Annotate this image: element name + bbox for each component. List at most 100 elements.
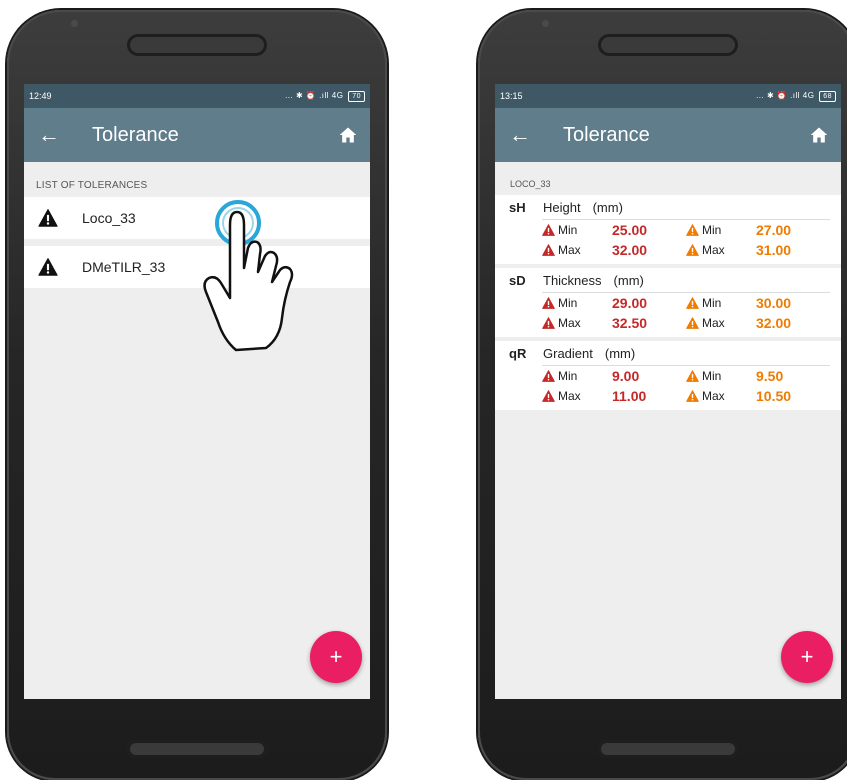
warning-icon (542, 224, 555, 236)
tolerance-row: Min 29.00 Min 30.00 (542, 293, 830, 313)
danger-limit: Max 11.00 (542, 388, 686, 404)
limit-label: Max (558, 316, 581, 330)
earpiece-speaker (598, 34, 738, 56)
group-unit: (mm) (592, 199, 623, 215)
group-rows: Min 29.00 Min 30.00 Max 32.50 Max 32.00 (542, 292, 830, 333)
phone-frame-right: 13:15 ... ✱ ⏰ .ıll 4G 68 ← Tolerance LOC… (478, 10, 847, 780)
group-name: Gradient (543, 345, 593, 361)
screen-tolerance-list: 12:49 ... ✱ ⏰ .ıll 4G 70 ← Tolerance LIS… (24, 84, 370, 699)
tolerance-row: Max 32.50 Max 32.00 (542, 313, 830, 333)
warning-limit: Max 31.00 (686, 242, 830, 258)
page-title: Tolerance (563, 123, 650, 146)
danger-limit: Min 25.00 (542, 222, 686, 238)
tap-hand-icon (203, 200, 294, 352)
list-item-label: Loco_33 (82, 210, 136, 226)
danger-value: 29.00 (612, 295, 648, 311)
status-indicators: ... ✱ ⏰ .ıll 4G (756, 90, 815, 100)
group-unit: (mm) (613, 272, 644, 288)
tolerance-groups: sH Height (mm) Min 25.00 Min 27.00 Max 32.00 Max 3… (495, 195, 841, 410)
limit-label: Min (558, 369, 578, 383)
group-name: Height (543, 199, 581, 215)
warning-icon (542, 317, 555, 329)
warning-limit: Max 32.00 (686, 315, 830, 331)
limit-label: Max (558, 389, 581, 403)
page-title: Tolerance (92, 123, 179, 146)
danger-value: 11.00 (612, 388, 647, 404)
group-name: Thickness (543, 272, 602, 288)
warning-icon (686, 244, 699, 256)
limit-label: Max (702, 316, 725, 330)
danger-value: 9.00 (612, 368, 640, 384)
group-rows: Min 25.00 Min 27.00 Max 32.00 Max 31.00 (542, 219, 830, 260)
limit-label: Min (558, 223, 578, 237)
battery-icon: 70 (348, 90, 365, 102)
warning-icon (686, 224, 699, 236)
status-time: 12:49 (29, 91, 52, 101)
add-tolerance-button[interactable]: + (781, 631, 833, 683)
warning-icon (38, 258, 58, 276)
warning-icon (542, 370, 555, 382)
limit-label: Max (702, 389, 725, 403)
limit-label: Max (558, 243, 581, 257)
group-header: sH Height (mm) (495, 195, 841, 219)
group-code: sH (509, 199, 526, 215)
status-time: 13:15 (500, 91, 523, 101)
warning-limit: Min 9.50 (686, 368, 830, 384)
status-bar: 13:15 ... ✱ ⏰ .ıll 4G 68 (495, 84, 841, 108)
warning-icon (38, 209, 58, 227)
battery-icon: 68 (819, 90, 836, 102)
group-unit: (mm) (604, 345, 636, 361)
warning-value: 31.00 (756, 242, 792, 258)
phone-frame-left: 12:49 ... ✱ ⏰ .ıll 4G 70 ← Tolerance LIS… (7, 10, 387, 780)
warning-icon (686, 297, 699, 309)
tolerance-row: Min 25.00 Min 27.00 (542, 220, 830, 240)
bottom-speaker (598, 740, 738, 758)
tolerance-group: sH Height (mm) Min 25.00 Min 27.00 Max 32.00 Max 3… (495, 195, 841, 264)
earpiece-speaker (127, 34, 267, 56)
limit-label: Max (702, 243, 725, 257)
status-icons: ... ✱ ⏰ .ıll 4G 68 (756, 90, 836, 102)
group-rows: Min 9.00 Min 9.50 Max 11.00 Max 10.50 (542, 365, 830, 406)
status-indicators: ... ✱ ⏰ .ıll 4G (285, 90, 344, 100)
add-tolerance-button[interactable]: + (310, 631, 362, 683)
tolerance-row: Min 9.00 Min 9.50 (542, 366, 830, 386)
warning-limit: Min 30.00 (686, 295, 830, 311)
warning-value: 27.00 (756, 222, 792, 238)
warning-limit: Min 27.00 (686, 222, 830, 238)
danger-value: 32.00 (612, 242, 648, 258)
tolerance-row: Max 32.00 Max 31.00 (542, 240, 830, 260)
limit-label: Min (702, 296, 722, 310)
back-button[interactable]: ← (495, 122, 545, 148)
status-bar: 12:49 ... ✱ ⏰ .ıll 4G 70 (24, 84, 370, 108)
tolerance-group: qR Gradient (mm) Min 9.00 Min 9.50 Max 11.00 Max 1… (495, 341, 841, 410)
warning-value: 32.00 (756, 315, 792, 331)
group-code: qR (509, 345, 527, 361)
danger-value: 25.00 (612, 222, 648, 238)
home-icon[interactable] (809, 125, 829, 145)
list-item-label: DMeTILR_33 (82, 259, 166, 275)
warning-icon (686, 390, 699, 402)
warning-icon (686, 370, 699, 382)
danger-limit: Max 32.00 (542, 242, 686, 258)
screen-tolerance-detail: 13:15 ... ✱ ⏰ .ıll 4G 68 ← Tolerance LOC… (495, 84, 841, 699)
status-icons: ... ✱ ⏰ .ıll 4G 70 (285, 90, 365, 102)
danger-value: 32.50 (612, 315, 648, 331)
back-button[interactable]: ← (24, 122, 74, 148)
front-camera (71, 20, 78, 27)
warning-icon (542, 390, 555, 402)
bottom-speaker (127, 740, 267, 758)
warning-icon (542, 244, 555, 256)
warning-value: 9.50 (756, 368, 784, 384)
section-header: LOCO_33 (510, 179, 551, 189)
warning-value: 30.00 (756, 295, 792, 311)
warning-icon (542, 297, 555, 309)
limit-label: Min (702, 223, 722, 237)
danger-limit: Min 9.00 (542, 368, 686, 384)
warning-limit: Max 10.50 (686, 388, 830, 404)
tolerance-group: sD Thickness (mm) Min 29.00 Min 30.00 Max 32.50 M… (495, 268, 841, 337)
danger-limit: Min 29.00 (542, 295, 686, 311)
tolerance-row: Max 11.00 Max 10.50 (542, 386, 830, 406)
warning-icon (686, 317, 699, 329)
home-icon[interactable] (338, 125, 358, 145)
limit-label: Min (558, 296, 578, 310)
